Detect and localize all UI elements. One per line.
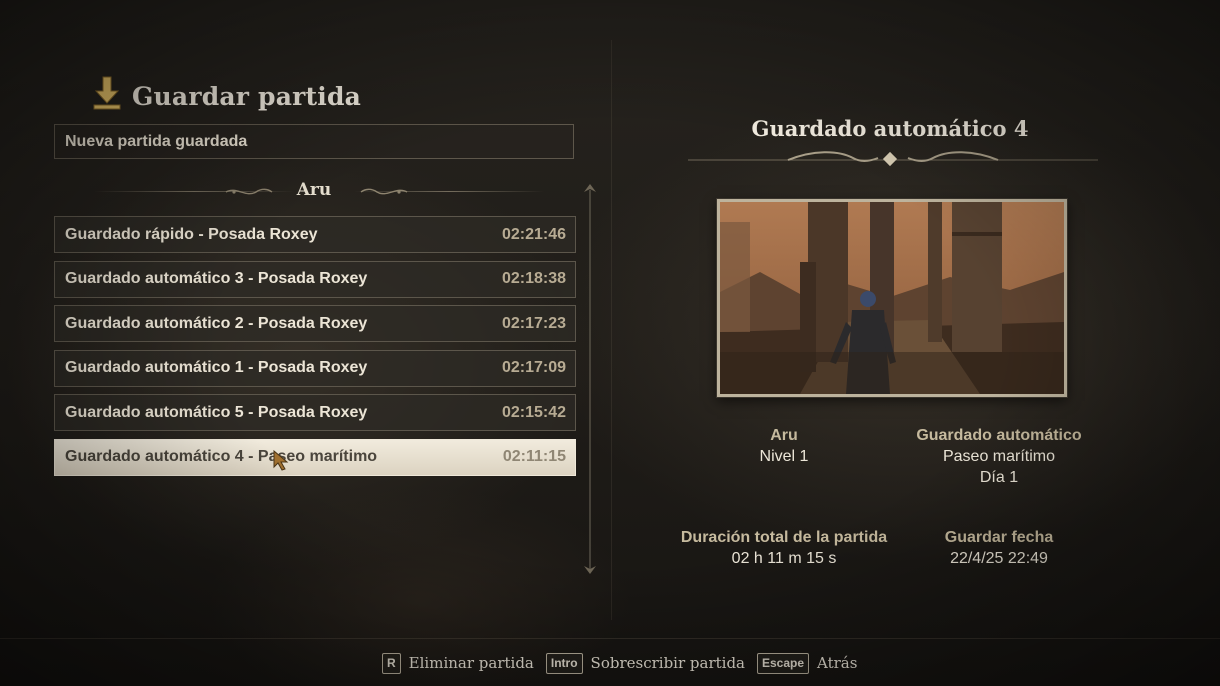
new-save-button[interactable]: Nueva partida guardada — [54, 124, 574, 159]
save-type-label: Guardado automático — [916, 427, 1082, 444]
delete-save-action[interactable]: Eliminar partida — [409, 654, 534, 672]
key-escape[interactable]: Escape — [757, 652, 810, 674]
save-slot-time: 02:18:38 — [501, 270, 566, 287]
playtime-info: Duración total de la partida 02 h 11 m 1… — [664, 527, 904, 569]
save-slot-name: Guardado rápido - Posada Roxey — [65, 225, 318, 243]
key-r[interactable]: R — [382, 652, 401, 674]
overwrite-save-action[interactable]: Sobrescribir partida — [591, 654, 745, 672]
panel-divider — [611, 40, 612, 620]
save-slot-name: Guardado automático 1 - Posada Roxey — [65, 359, 368, 376]
save-slot[interactable]: Guardado rápido - Posada Roxey 02:21:46 — [54, 216, 576, 253]
footer-actions: R Eliminar partida Intro Sobrescribir pa… — [382, 651, 869, 675]
scroll-down-icon[interactable] — [583, 564, 597, 574]
key-intro[interactable]: Intro — [545, 652, 583, 674]
back-action[interactable]: Atrás — [817, 654, 857, 672]
character-info: Aru Nivel 1 — [744, 425, 824, 467]
save-slot-name: Guardado automático 5 - Posada Roxey — [65, 403, 368, 421]
character-name-label: Aru — [296, 180, 332, 200]
save-slot[interactable]: Guardado automático 3 - Posada Roxey 02:… — [54, 260, 576, 298]
save-slot-time: 02:17:23 — [501, 314, 566, 332]
save-day: Día 1 — [979, 469, 1019, 486]
playtime-value: 02 h 11 m 15 s — [731, 550, 837, 567]
save-slot-time: 02:11:15 — [502, 448, 566, 465]
save-slot-selected[interactable]: Guardado automático 4 - Paseo marítimo 0… — [54, 438, 576, 476]
page-title: Guardar partida — [132, 81, 362, 111]
save-slot-time: 02:15:42 — [501, 403, 566, 421]
save-slot[interactable]: Guardado automático 5 - Posada Roxey 02:… — [54, 394, 576, 431]
scrollbar[interactable] — [589, 190, 591, 570]
title-flourish-icon — [688, 151, 1098, 167]
save-slot-name: Guardado automático 2 - Posada Roxey — [65, 314, 368, 332]
mouse-cursor-icon — [273, 449, 289, 471]
character-section-header: Aru — [54, 176, 574, 206]
header: Guardar partida — [90, 76, 361, 116]
save-type-info: Guardado automático Paseo marítimo Día 1 — [904, 425, 1094, 488]
save-date-info: Guardar fecha 22/4/25 22:49 — [914, 527, 1084, 569]
save-slot-time: 02:21:46 — [501, 225, 566, 243]
playtime-label: Duración total de la partida — [680, 529, 888, 546]
save-location: Paseo marítimo — [942, 448, 1056, 465]
save-date-label: Guardar fecha — [944, 529, 1054, 546]
detail-title: Guardado automático 4 — [751, 116, 1029, 141]
character-name: Aru — [770, 427, 798, 444]
footer-divider — [0, 638, 1220, 639]
save-screenshot — [717, 199, 1067, 397]
save-slot[interactable]: Guardado automático 2 - Posada Roxey 02:… — [54, 305, 576, 342]
save-download-icon — [90, 75, 124, 118]
save-game-screen: Guardar partida Nueva partida guardada A… — [0, 0, 1220, 686]
save-slot-time: 02:17:09 — [501, 359, 566, 376]
save-list: Guardado rápido - Posada Roxey 02:21:46 … — [54, 216, 576, 483]
save-slot-name: Guardado automático 4 - Paseo marítimo — [65, 448, 378, 465]
save-slot-name: Guardado automático 3 - Posada Roxey — [65, 270, 368, 287]
character-level: Nivel 1 — [759, 448, 809, 465]
save-slot[interactable]: Guardado automático 1 - Posada Roxey 02:… — [54, 349, 576, 387]
save-date-value: 22/4/25 22:49 — [950, 550, 1048, 567]
